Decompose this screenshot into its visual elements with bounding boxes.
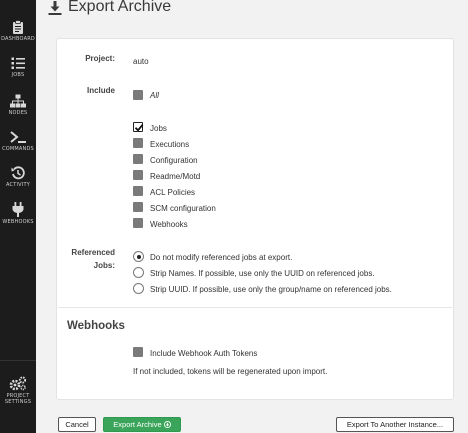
sidebar-item-nodes[interactable]: NODES: [0, 94, 36, 116]
job-list-icon: [11, 57, 25, 69]
sidebar-item-label: WEBHOOKS: [2, 219, 34, 225]
include-configuration-label[interactable]: Configuration: [150, 156, 198, 165]
include-all-checkbox[interactable]: [133, 90, 143, 100]
sidebar-item-webhooks[interactable]: WEBHOOKS: [0, 202, 36, 225]
include-scm-label[interactable]: SCM configuration: [150, 204, 216, 213]
sidebar-item-project-settings[interactable]: PROJECT SETTINGS: [0, 376, 36, 405]
include-acl-checkbox[interactable]: [133, 186, 143, 196]
history-icon: [11, 166, 25, 180]
include-webhook-tokens-checkbox[interactable]: [133, 347, 143, 357]
arrow-circle-down-icon: [163, 421, 171, 428]
include-readme-label[interactable]: Readme/Motd: [150, 172, 200, 181]
referenced-strip-uuid-radio[interactable]: [133, 283, 144, 294]
export-archive-button[interactable]: Export Archive: [103, 417, 181, 432]
referenced-strip-names-label[interactable]: Strip Names. If possible, use only the U…: [150, 269, 375, 278]
sidebar: DASHBOARD JOBS NODES COMMANDS ACTIVITY W…: [0, 0, 36, 433]
referenced-jobs-label-line2: Jobs:: [93, 261, 115, 270]
include-executions-label[interactable]: Executions: [150, 140, 189, 149]
clipboard-icon: [13, 20, 23, 34]
sidebar-item-label: NODES: [8, 110, 28, 116]
sidebar-item-label: JOBS: [11, 72, 25, 78]
sidebar-item-label: COMMANDS: [2, 146, 34, 152]
sidebar-item-activity[interactable]: ACTIVITY: [0, 166, 36, 188]
plug-icon: [12, 202, 24, 217]
sitemap-icon: [10, 94, 26, 108]
include-readme-checkbox[interactable]: [133, 170, 143, 180]
export-archive-label: Export Archive: [113, 420, 162, 429]
referenced-no-modify-radio[interactable]: [133, 251, 144, 262]
webhook-tokens-help: If not included, tokens will be regenera…: [133, 367, 328, 376]
sidebar-item-label: DASHBOARD: [1, 36, 35, 42]
sidebar-item-label: SETTINGS: [4, 399, 32, 405]
include-acl-label[interactable]: ACL Policies: [150, 188, 195, 197]
include-executions-checkbox[interactable]: [133, 138, 143, 148]
gears-icon: [9, 376, 27, 391]
include-jobs-label[interactable]: Jobs: [150, 124, 167, 133]
include-webhook-tokens-label[interactable]: Include Webhook Auth Tokens: [150, 349, 257, 358]
checkmark-icon: [134, 124, 144, 132]
webhooks-section-title: Webhooks: [67, 320, 125, 332]
referenced-strip-uuid-label[interactable]: Strip UUID. If possible, use only the gr…: [150, 285, 392, 294]
referenced-no-modify-label[interactable]: Do not modify referenced jobs at export.: [150, 253, 292, 262]
referenced-jobs-label-line1: Referenced: [71, 248, 115, 257]
include-label: Include: [86, 86, 115, 95]
include-all-label[interactable]: All: [150, 91, 159, 100]
project-value: auto: [133, 57, 149, 66]
sidebar-item-jobs[interactable]: JOBS: [0, 57, 36, 78]
include-scm-checkbox[interactable]: [133, 202, 143, 212]
referenced-strip-names-radio[interactable]: [133, 267, 144, 278]
sidebar-divider: [0, 360, 36, 361]
export-options-panel: [58, 40, 452, 308]
page-title: Export Archive: [68, 0, 172, 15]
project-label: Project:: [85, 54, 115, 63]
include-jobs-checkbox[interactable]: [133, 122, 144, 132]
export-to-another-instance-button[interactable]: Export To Another Instance...: [336, 417, 454, 432]
sidebar-item-commands[interactable]: COMMANDS: [0, 131, 36, 152]
sidebar-item-label: ACTIVITY: [6, 182, 30, 188]
terminal-icon: [10, 131, 26, 143]
sidebar-item-dashboard[interactable]: DASHBOARD: [0, 20, 36, 42]
include-webhooks-label[interactable]: Webhooks: [150, 220, 188, 229]
download-icon: [48, 1, 62, 15]
include-configuration-checkbox[interactable]: [133, 154, 143, 164]
include-webhooks-checkbox[interactable]: [133, 218, 143, 228]
cancel-button[interactable]: Cancel: [58, 417, 96, 432]
